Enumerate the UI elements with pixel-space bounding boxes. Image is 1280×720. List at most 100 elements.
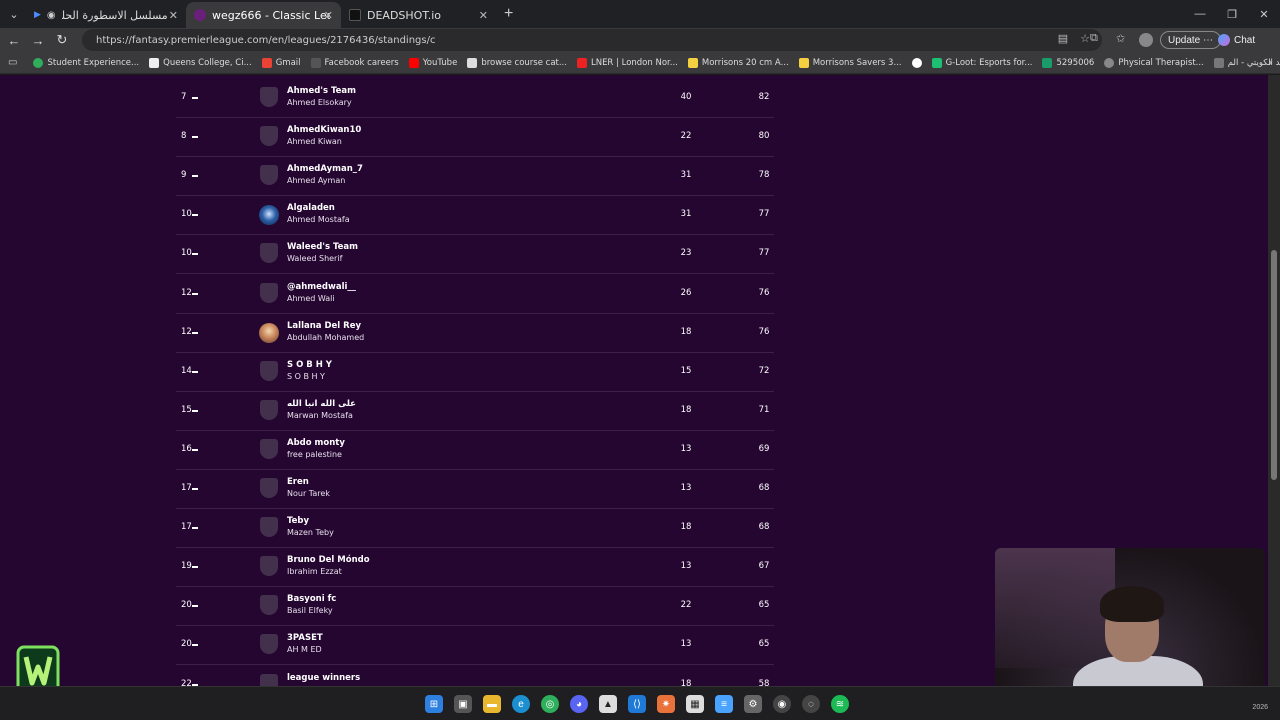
app-icon[interactable]: ◎	[541, 695, 559, 713]
forward-icon[interactable]: →	[26, 33, 50, 48]
team-name-link[interactable]: Abdo monty	[287, 438, 345, 448]
chat-button[interactable]: Chat	[1218, 31, 1255, 49]
manager-name: Nour Tarek	[287, 489, 330, 498]
table-row[interactable]: 10 Waleed's Team Waleed Sherif 23 77	[176, 235, 774, 275]
table-row[interactable]: 7 Ahmed's Team Ahmed Elsokary 40 82	[176, 79, 774, 118]
edge-icon[interactable]: e	[512, 695, 530, 713]
windows-start-icon[interactable]: ⊞	[425, 695, 443, 713]
gameweek-points: 22	[680, 131, 692, 142]
star-icon[interactable]: ☆	[1080, 32, 1090, 45]
bookmark-item[interactable]: Physical Therapist...	[1104, 57, 1204, 68]
team-name-link[interactable]: Teby	[287, 516, 309, 526]
discord-icon[interactable]: ◕	[570, 695, 588, 713]
shield-icon	[260, 517, 278, 538]
team-name-link[interactable]: AhmedKiwan10	[287, 125, 361, 135]
app-icon[interactable]: ✷	[657, 695, 675, 713]
team-name-link[interactable]: league winners	[287, 673, 360, 683]
scrollbar[interactable]	[1268, 75, 1280, 686]
tab-standings[interactable]: wegz666 - Classic League Standing ✕	[186, 2, 341, 28]
team-name-link[interactable]: AhmedAyman_7	[287, 164, 363, 174]
team-name-link[interactable]: Bruno Del Móndo	[287, 555, 370, 565]
team-name-link[interactable]: @ahmedwali__	[287, 282, 356, 292]
table-row[interactable]: 20 3PASET AH M ED 13 65	[176, 626, 774, 666]
table-row[interactable]: 14 S O B H YS O B H Y 15 72	[176, 353, 774, 392]
extensions-icon[interactable]: ⧉	[1090, 32, 1098, 45]
close-icon[interactable]: ✕	[324, 9, 333, 22]
update-button[interactable]: Update ⋯	[1160, 31, 1222, 49]
table-row[interactable]: 9 AhmedAyman_7 Ahmed Ayman 31 78	[176, 157, 774, 197]
bookmark-item[interactable]: Morrisons 20 cm A...	[687, 57, 789, 68]
team-name-link[interactable]: 3PASET	[287, 633, 323, 643]
table-row[interactable]: 16 Abdo monty free palestine 13 69	[176, 431, 774, 470]
table-row[interactable]: 17 Eren Nour Tarek 13 68	[176, 470, 774, 509]
bookmark-item[interactable]: Gmail	[261, 57, 301, 68]
spotify-icon[interactable]: ≋	[831, 695, 849, 713]
table-row[interactable]: 12 @ahmedwali__ Ahmed Wali 26 76	[176, 275, 774, 314]
settings-icon[interactable]: ⚙	[744, 695, 762, 713]
bookmark-item[interactable]: 5295006	[1042, 57, 1094, 68]
rank-no-change-icon	[192, 331, 198, 334]
bookmark-item[interactable]: Queens College, Ci...	[149, 57, 252, 68]
url-input[interactable]: https://fantasy.premierleague.com/en/lea…	[82, 29, 1102, 51]
bookmark-label: Facebook careers	[324, 57, 399, 68]
manager-name: S O B H Y	[287, 371, 325, 381]
rank-value: 17	[181, 483, 192, 493]
bookmark-item[interactable]: Morrisons Savers 3...	[798, 57, 902, 68]
team-name-link[interactable]: على الله انبا الله	[287, 399, 356, 409]
refresh-icon[interactable]: ↻	[50, 32, 74, 48]
close-icon[interactable]: ✕	[479, 9, 488, 22]
bookmark-item[interactable]: Student Experience...	[33, 57, 139, 68]
notepad-icon[interactable]: ≡	[715, 695, 733, 713]
table-row[interactable]: 19 Bruno Del Móndo Ibrahim Ezzat 13 67	[176, 548, 774, 588]
table-row[interactable]: 12 Lallana Del Rey Abdullah Mohamed 18 76	[176, 314, 774, 353]
reader-icon[interactable]: ▤	[1058, 32, 1068, 45]
steam-icon[interactable]: ◉	[773, 695, 791, 713]
table-row[interactable]: 22 league winners 18 58	[176, 666, 774, 686]
team-name-link[interactable]: Lallana Del Rey	[287, 321, 361, 331]
team-name-link[interactable]: Ahmed's Team	[287, 86, 356, 96]
table-row[interactable]: 15 على الله انبا الله Marwan Mostafa 18 71	[176, 392, 774, 431]
close-icon[interactable]: ✕	[169, 9, 178, 22]
bookmark-item[interactable]: YouTube	[408, 57, 457, 68]
restore-icon[interactable]: ❐	[1216, 0, 1248, 28]
app-icon[interactable]: ▲	[599, 695, 617, 713]
tab-series[interactable]: ▶ ◉ مسلسل الاسطورة الحلقة 11 الـ ✕	[26, 2, 186, 28]
total-points: 71	[758, 404, 770, 415]
team-name-link[interactable]: Waleed's Team	[287, 242, 358, 252]
team-name-link[interactable]: Basyoni fc	[287, 594, 336, 604]
app-icon[interactable]: ◌	[802, 695, 820, 713]
team-name-link[interactable]: Algaladen	[287, 203, 335, 213]
chevron-right-icon[interactable]: ›	[1268, 57, 1272, 69]
bookmark-item[interactable]: browse course cat...	[467, 57, 567, 68]
back-icon[interactable]: ←	[2, 33, 26, 48]
rank-value: 7	[181, 92, 187, 102]
profile-avatar[interactable]	[1139, 33, 1153, 47]
favorites-icon[interactable]: ✩	[1116, 32, 1125, 45]
file-explorer-icon[interactable]: ▬	[483, 695, 501, 713]
manager-name: Abdullah Mohamed	[287, 332, 365, 342]
table-row[interactable]: 20 Basyoni fc Basil Elfeky 22 65	[176, 587, 774, 627]
minimize-icon[interactable]: —	[1184, 0, 1216, 28]
tab-actions-icon[interactable]: ⌄	[2, 2, 26, 26]
shield-icon	[260, 282, 278, 303]
manager-name: Waleed Sherif	[287, 254, 343, 264]
table-row[interactable]: 10 Algaladen Ahmed Mostafa 31 77	[176, 196, 774, 236]
rank-no-change-icon	[192, 292, 198, 295]
bookmark-item[interactable]: G-Loot: Esports for...	[931, 57, 1032, 68]
team-name-link[interactable]: Eren	[287, 477, 309, 487]
shield-icon	[260, 438, 278, 459]
new-tab-icon[interactable]: +	[504, 5, 513, 23]
team-name-link[interactable]: S O B H Y	[287, 360, 332, 370]
task-view-icon[interactable]: ▣	[454, 695, 472, 713]
bookmark-item[interactable]	[911, 57, 922, 68]
sidebar-toggle-icon[interactable]: ▭	[8, 57, 17, 68]
table-row[interactable]: 17 Teby Mazen Teby 18 68	[176, 509, 774, 549]
table-row[interactable]: 8 AhmedKiwan10 Ahmed Kiwan 22 80	[176, 118, 774, 158]
scrollbar-thumb[interactable]	[1271, 250, 1277, 480]
bookmark-item[interactable]: Facebook careers	[310, 57, 399, 68]
close-window-icon[interactable]: ✕	[1248, 0, 1280, 28]
vscode-icon[interactable]: ⟨⟩	[628, 695, 646, 713]
app-icon[interactable]: ▦	[686, 695, 704, 713]
bookmark-item[interactable]: LNER | London Nor...	[576, 57, 678, 68]
tab-deadshot[interactable]: DEADSHOT.io ✕	[341, 2, 496, 28]
